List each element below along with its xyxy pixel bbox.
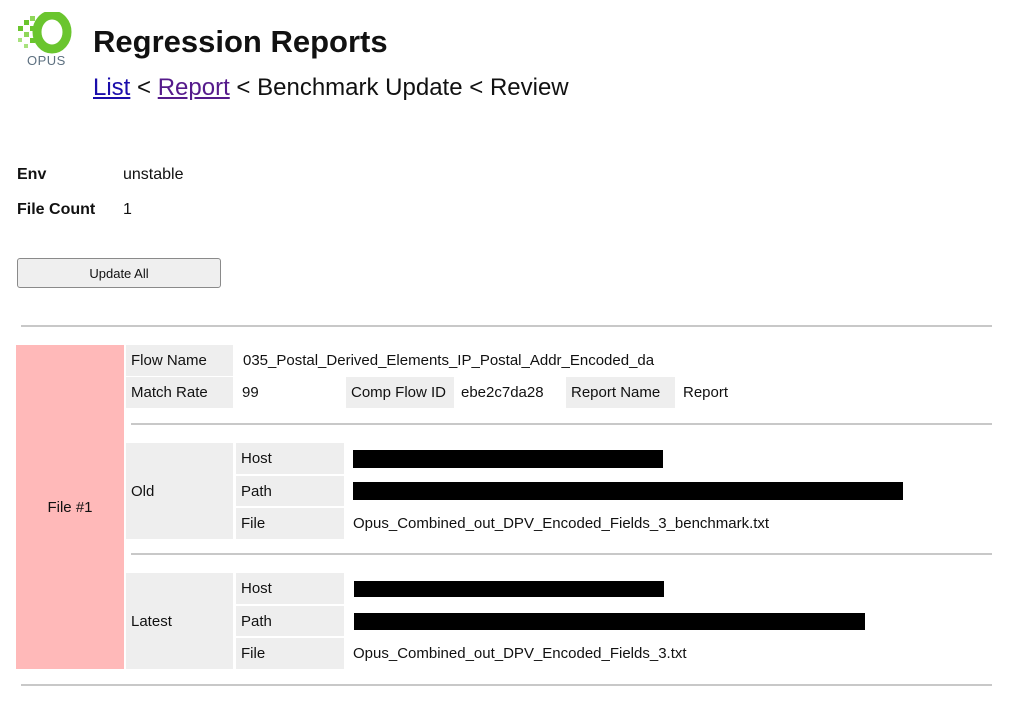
flow-name-label-text: Flow Name [131,352,207,369]
latest-file-label-text: File [241,645,266,662]
old-host-redacted [353,450,663,468]
breadcrumb-link-list[interactable]: List [93,74,130,101]
update-all-button[interactable]: Update All [17,258,221,288]
divider [131,423,992,425]
old-file-value-text: Opus_Combined_out_DPV_Encoded_Fields_3_b… [353,515,770,532]
old-file-label-text: File [241,515,266,532]
breadcrumb-review: Review [489,74,569,101]
match-rate-value-text: 99 [242,384,259,401]
divider [21,684,992,686]
latest-path-label: Path [236,606,344,636]
latest-host-label-text: Host [241,580,272,597]
old-file-value: Opus_Combined_out_DPV_Encoded_Fields_3_b… [348,508,948,539]
latest-file-value: Opus_Combined_out_DPV_Encoded_Fields_3.t… [348,638,948,669]
breadcrumb-link-report[interactable]: Report [158,74,230,101]
logo-text: OPUS [27,53,66,68]
old-path-label-text: Path [241,482,272,500]
latest-path-label-text: Path [241,612,272,630]
flow-name-value: 035_Postal_Derived_Elements_IP_Postal_Ad… [238,345,838,376]
old-label-text: Old [131,482,155,500]
latest-label: Latest [126,573,233,669]
file-count-value: 1 [123,201,132,218]
env-value: unstable [123,166,184,183]
latest-file-label: File [236,638,344,669]
divider [21,325,992,327]
file-label-cell: File #1 [16,345,124,669]
comp-flow-id-value: ebe2c7da28 [456,377,561,408]
report-name-value-text: Report [683,384,729,401]
old-host-label: Host [236,443,344,474]
breadcrumb-benchmark-update: Benchmark Update [257,74,463,101]
page-title: Regression Reports [93,24,388,59]
report-name-value: Report [678,377,778,408]
breadcrumb: List < Report < Benchmark Update < Revie… [93,74,569,102]
match-rate-label-text: Match Rate [131,384,208,401]
file-label: File #1 [47,498,93,516]
report-name-label: Report Name [566,377,675,408]
breadcrumb-separator: < [130,74,158,101]
report-name-label-text: Report Name [571,384,661,401]
old-path-redacted [353,482,903,500]
breadcrumb-separator: < [229,74,258,101]
old-host-label-text: Host [241,450,272,467]
latest-host-redacted [354,581,664,597]
old-path-label: Path [236,476,344,506]
latest-label-text: Latest [131,612,172,630]
latest-file-value-text: Opus_Combined_out_DPV_Encoded_Fields_3.t… [353,645,687,662]
latest-host-label: Host [236,573,344,604]
flow-name-label: Flow Name [126,345,233,376]
comp-flow-id-value-text: ebe2c7da28 [461,384,544,401]
latest-path-redacted [354,613,865,630]
flow-name-value-text: 035_Postal_Derived_Elements_IP_Postal_Ad… [243,352,655,369]
match-rate-label: Match Rate [126,377,233,408]
old-file-label: File [236,508,344,539]
file-count-label: File Count [17,201,96,218]
divider [131,553,992,555]
comp-flow-id-label: Comp Flow ID [346,377,454,408]
old-label: Old [126,443,233,539]
breadcrumb-separator: < [462,74,490,101]
comp-flow-id-label-text: Comp Flow ID [351,384,447,401]
env-label: Env [17,166,47,183]
match-rate-value: 99 [237,377,337,408]
